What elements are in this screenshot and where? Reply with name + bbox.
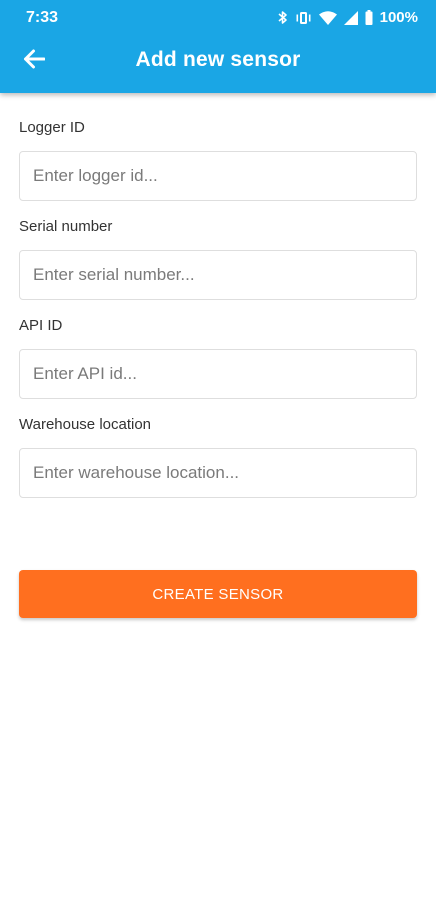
status-bar: 7:33 100% (0, 0, 436, 38)
signal-icon (343, 10, 358, 25)
warehouse-location-field: Warehouse location (19, 415, 417, 498)
battery-icon (365, 10, 373, 25)
battery-percent: 100% (379, 9, 418, 26)
serial-number-label: Serial number (19, 218, 113, 235)
page-title: Add new sensor (135, 48, 301, 71)
app-bar: 7:33 100% Add new sensor (0, 0, 436, 93)
vibrate-icon (295, 11, 312, 25)
logger-id-field: Logger ID (19, 118, 417, 201)
status-icons: 100% (278, 9, 418, 26)
bluetooth-icon (278, 10, 288, 25)
api-id-input[interactable] (19, 349, 417, 399)
serial-number-input[interactable] (19, 250, 417, 300)
status-time: 7:33 (26, 9, 59, 26)
api-id-field: API ID (19, 316, 417, 399)
warehouse-location-input[interactable] (19, 448, 417, 498)
api-id-label: API ID (19, 317, 63, 334)
create-sensor-button[interactable]: CREATE SENSOR (19, 570, 417, 618)
add-sensor-form: Logger ID Serial number API ID Warehouse… (19, 118, 417, 514)
wifi-icon (318, 10, 337, 25)
logger-id-label: Logger ID (19, 119, 85, 136)
warehouse-location-label: Warehouse location (19, 416, 152, 433)
serial-number-field: Serial number (19, 217, 417, 300)
logger-id-input[interactable] (19, 151, 417, 201)
toolbar: Add new sensor (0, 38, 436, 83)
